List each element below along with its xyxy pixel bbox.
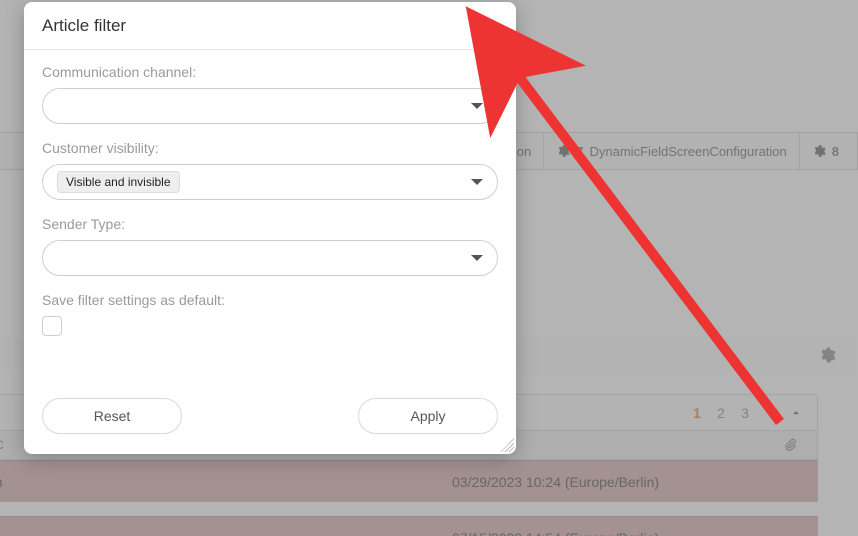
table-row[interactable]: 07/15/2022 14:54 (Europe/Berlin)	[0, 516, 818, 536]
page-3[interactable]: 3	[735, 405, 755, 421]
apply-button[interactable]: Apply	[358, 398, 498, 434]
chevron-down-icon	[471, 179, 483, 185]
gear-icon[interactable]	[818, 346, 836, 364]
toolbar-item-dynfield[interactable]: 7 DynamicFieldScreenConfiguration	[543, 133, 799, 169]
dialog-footer: Reset Apply	[24, 388, 516, 454]
caret-up-icon[interactable]	[789, 406, 803, 420]
reset-button-label: Reset	[94, 408, 131, 424]
toolbar-dynfield-num: 7	[576, 144, 583, 159]
toolbar-item-on-label: on	[517, 144, 531, 159]
dialog-title: Article filter	[42, 16, 126, 36]
row-subject: tion	[0, 474, 420, 490]
filter-icon[interactable]	[765, 406, 779, 420]
resize-handle[interactable]	[500, 438, 514, 452]
reset-button[interactable]: Reset	[42, 398, 182, 434]
field-sender-type: Sender Type:	[42, 216, 498, 276]
chevron-down-icon	[471, 103, 483, 109]
save-default-checkbox[interactable]	[42, 316, 62, 336]
dialog-body: Communication channel: Customer visibili…	[24, 50, 516, 388]
toolbar-eight-label: 8	[832, 144, 839, 159]
sender-type-label: Sender Type:	[42, 216, 498, 232]
toolbar-item-eight[interactable]: 8	[799, 133, 851, 169]
field-communication-channel: Communication channel:	[42, 64, 498, 124]
gear-icon	[812, 144, 826, 158]
article-filter-dialog: Article filter Communication channel: Cu…	[24, 2, 516, 454]
customer-visibility-label: Customer visibility:	[42, 140, 498, 156]
toolbar-dynfield-label: DynamicFieldScreenConfiguration	[590, 144, 787, 159]
field-customer-visibility: Customer visibility: Visible and invisib…	[42, 140, 498, 200]
customer-visibility-select[interactable]: Visible and invisible	[42, 164, 498, 200]
dialog-header: Article filter	[24, 2, 516, 50]
row-date: 03/29/2023 10:24 (Europe/Berlin)	[452, 474, 798, 490]
field-save-default: Save filter settings as default:	[42, 292, 498, 336]
close-icon	[479, 18, 495, 34]
customer-visibility-value: Visible and invisible	[57, 171, 180, 193]
sender-type-select[interactable]	[42, 240, 498, 276]
gear-icon	[556, 144, 570, 158]
header-left: JEC	[0, 438, 4, 452]
chevron-down-icon	[471, 255, 483, 261]
table-row[interactable]: tion 03/29/2023 10:24 (Europe/Berlin)	[0, 460, 818, 502]
row-date: 07/15/2022 14:54 (Europe/Berlin)	[452, 530, 798, 536]
page-1[interactable]: 1	[687, 405, 707, 421]
communication-channel-select[interactable]	[42, 88, 498, 124]
communication-channel-label: Communication channel:	[42, 64, 498, 80]
save-default-label: Save filter settings as default:	[42, 292, 498, 308]
apply-button-label: Apply	[410, 408, 445, 424]
paperclip-icon	[783, 438, 797, 452]
close-button[interactable]	[476, 15, 498, 37]
page-2[interactable]: 2	[711, 405, 731, 421]
